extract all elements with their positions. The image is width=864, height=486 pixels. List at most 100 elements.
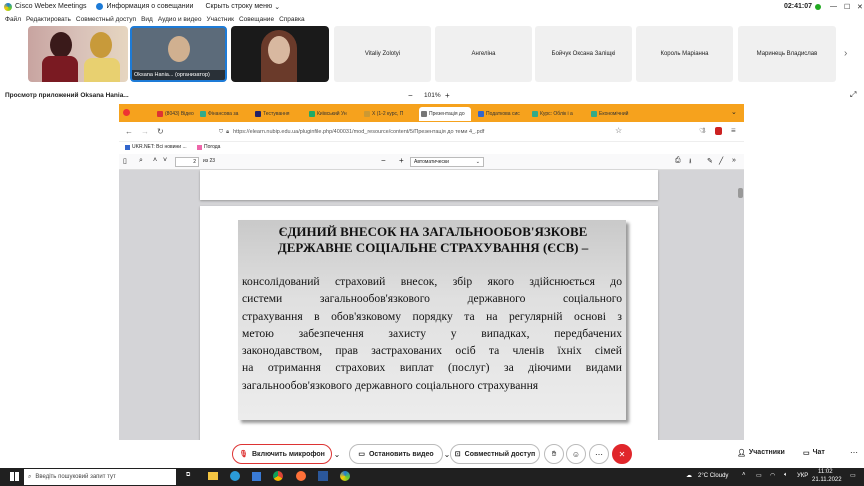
bookmark-star-icon[interactable]: ☆ <box>615 126 622 135</box>
menu-meeting[interactable]: Совещание <box>239 16 274 23</box>
chevron-right-icon[interactable]: › <box>844 48 847 59</box>
menu-view[interactable]: Вид <box>141 16 153 23</box>
raise-hand-button[interactable]: ✋︎ <box>544 444 564 464</box>
leave-meeting-button[interactable]: ✕ <box>612 444 632 464</box>
file-explorer-icon[interactable] <box>208 472 218 480</box>
next-page-icon[interactable]: ˅ <box>163 157 167 164</box>
reload-icon[interactable]: ↻ <box>157 127 164 136</box>
sidebar-toggle-icon[interactable]: ▯ <box>123 157 127 165</box>
store-icon[interactable] <box>252 472 261 481</box>
tab-kyiv[interactable]: Київський Ун <box>309 107 359 121</box>
hide-menu-link[interactable]: Скрыть строку меню <box>205 3 272 10</box>
menu-file[interactable]: Файл <box>5 16 21 23</box>
print-icon[interactable]: ⎙ <box>675 157 681 165</box>
share-button[interactable]: ⊡ Совместный доступ <box>450 444 540 464</box>
task-view-icon[interactable]: ⧉ <box>186 472 190 479</box>
save-icon[interactable]: ⭳ <box>689 157 691 168</box>
notification-icon[interactable]: ▭ <box>850 472 856 479</box>
site-icon <box>364 111 370 117</box>
reactions-button[interactable]: ☺ <box>566 444 586 464</box>
scrollbar-thumb[interactable] <box>738 188 743 198</box>
language-indicator[interactable]: УКР <box>797 473 808 479</box>
tools-icon[interactable]: » <box>732 157 736 164</box>
clock-date[interactable]: 21.11.2022 <box>812 477 842 483</box>
forward-icon[interactable]: → <box>141 127 149 136</box>
shield-icon[interactable]: ⛉ <box>219 129 223 136</box>
back-icon[interactable]: ← <box>125 127 133 136</box>
firefox-view-icon[interactable] <box>123 109 130 116</box>
tab-accounting[interactable]: Курс: Облік і а <box>532 107 587 121</box>
zoom-out-button[interactable]: − <box>408 91 413 100</box>
participant-tile[interactable]: Vitaliy Zolotyi <box>334 26 431 82</box>
windows-start-icon[interactable] <box>10 472 19 481</box>
close-icon[interactable]: ✕ <box>857 3 863 11</box>
bookmark-weather[interactable]: Погода <box>197 144 220 150</box>
participant-video-host[interactable]: Oksana Hania... (организатор) <box>130 26 227 82</box>
edge-icon[interactable] <box>230 471 240 481</box>
info-icon[interactable] <box>96 3 104 10</box>
zoom-in-pdf-icon[interactable]: + <box>399 156 404 165</box>
pdf-viewer[interactable]: ЄДИНИЙ ВНЕСОК НА ЗАГАЛЬНООБОВ'ЯЗКОВЕ ДЕР… <box>119 170 744 440</box>
volume-icon[interactable]: 🔈︎ <box>784 472 788 479</box>
menu-icon[interactable]: ≡ <box>731 126 736 135</box>
webex-taskbar-icon[interactable] <box>340 471 350 481</box>
maximize-icon[interactable]: ☐ <box>844 3 850 11</box>
find-icon[interactable]: ⌕ <box>139 157 143 165</box>
weather-readout[interactable]: 2°C Cloudy <box>698 473 728 479</box>
draw-icon[interactable]: ╱ <box>719 157 723 165</box>
audio-options-button[interactable]: ⌄ <box>331 444 343 464</box>
bookmark-ukrnet[interactable]: UKR.NET: Всі новини ... <box>125 144 187 150</box>
meeting-controls: 🎙︎ Включить микрофон ⌄ ▭ Остановить видео … <box>0 441 864 468</box>
participant-tile[interactable]: Маринець Владислав <box>738 26 836 82</box>
lock-icon[interactable]: 🔒︎ <box>226 129 229 136</box>
chrome-icon[interactable] <box>273 471 283 481</box>
participant-tile[interactable]: Бойчук Оксана Заліщкі <box>535 26 632 82</box>
more-icon[interactable]: ⋯ <box>850 448 858 457</box>
avatar <box>42 56 78 82</box>
network-icon[interactable]: ▭ <box>756 472 762 479</box>
zoom-select[interactable]: Автоматически ⌄ <box>410 157 484 167</box>
chevron-down-icon[interactable]: ⌄ <box>274 3 280 11</box>
tab-course[interactable]: Х (1-2 курс, П <box>364 107 414 121</box>
participant-video-1[interactable] <box>28 26 128 82</box>
tab-economic[interactable]: Економічний <box>591 107 645 121</box>
menu-participant[interactable]: Участник <box>207 16 234 23</box>
menu-edit[interactable]: Редактировать <box>26 16 71 23</box>
tab-testing[interactable]: Тестування <box>255 107 305 121</box>
clock-time[interactable]: 11:02 <box>818 469 833 475</box>
downloads-icon[interactable]: ⇩ <box>701 127 707 135</box>
firefox-icon[interactable] <box>296 471 306 481</box>
weather-icon <box>197 144 202 150</box>
minimize-icon[interactable]: — <box>830 3 837 10</box>
menu-help[interactable]: Справка <box>279 16 305 23</box>
tray-chevron-icon[interactable]: ˄ <box>742 472 746 478</box>
participant-tile[interactable]: Ангеліна <box>435 26 532 82</box>
unmute-button[interactable]: 🎙︎ Включить микрофон <box>232 444 332 464</box>
tab-finance[interactable]: Фінансова за <box>200 107 250 121</box>
menu-share[interactable]: Совместный доступ <box>76 16 136 23</box>
tab-overflow-icon[interactable]: ⌄ <box>731 108 737 116</box>
url-field[interactable]: ⛉ 🔒︎ https://elearn.nubip.edu.ua/pluginf… <box>219 126 631 138</box>
zoom-out-pdf-icon[interactable]: − <box>381 156 386 165</box>
wifi-icon[interactable]: ◠ <box>770 472 775 479</box>
chat-button[interactable]: ▭ Чат <box>803 449 825 457</box>
page-number-input[interactable]: 2 <box>175 157 199 167</box>
tab-tax[interactable]: Податкова сис <box>478 107 532 121</box>
prev-page-icon[interactable]: ˄ <box>153 157 157 164</box>
taskbar-search-input[interactable]: ⌕ Введіть пошуковий запит тут <box>24 469 176 485</box>
participant-video-3[interactable] <box>231 26 329 82</box>
tab-presentation-active[interactable]: Презентація до <box>419 107 471 121</box>
zoom-in-button[interactable]: + <box>445 91 450 100</box>
stop-video-button[interactable]: ▭ Остановить видео <box>349 444 443 464</box>
avatar <box>168 36 190 62</box>
participants-button[interactable]: 👤︎ Участники <box>737 449 785 457</box>
menu-audio-video[interactable]: Аудио и видео <box>158 16 202 23</box>
extension-icon[interactable] <box>715 127 722 135</box>
restore-icon[interactable]: ⤢ <box>850 90 856 100</box>
meeting-info-link[interactable]: Информация о совещании <box>106 3 193 10</box>
word-icon[interactable] <box>318 471 328 481</box>
more-options-button[interactable]: ⋯ <box>589 444 609 464</box>
participant-tile[interactable]: Король Марiанна <box>636 26 733 82</box>
avatar <box>90 32 112 58</box>
edit-icon[interactable]: ✎ <box>707 157 713 165</box>
